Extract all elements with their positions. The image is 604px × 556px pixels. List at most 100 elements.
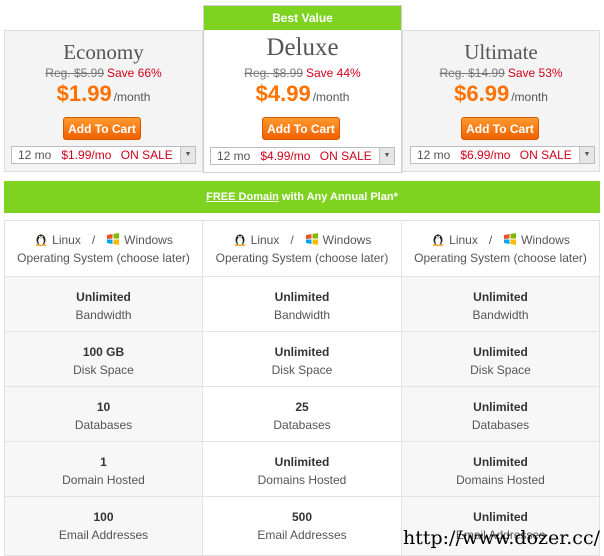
watermark-url: http://www.dozer.cc/ — [402, 527, 600, 549]
add-to-cart-button[interactable]: Add To Cart — [461, 117, 539, 140]
free-domain-banner: FREE Domain with Any Annual Plan* — [4, 181, 600, 213]
linux-label: Linux — [449, 233, 478, 247]
plan-regular-price: Reg. $5.99 Save 66% — [5, 66, 202, 80]
feature-label: Databases — [471, 418, 530, 432]
feature-value: 100 GB — [82, 345, 125, 359]
add-to-cart-button[interactable]: Add To Cart — [262, 117, 340, 140]
os-options: Linux / Windows — [5, 232, 202, 247]
price-amount: $4.99 — [255, 81, 311, 106]
feature-cell-domains: Unlimited Domains Hosted — [402, 442, 600, 497]
plan-name: Ultimate — [464, 40, 538, 64]
feature-value: Unlimited — [274, 345, 330, 359]
feature-label: Domain Hosted — [62, 473, 145, 487]
os-cell: Linux / Windows Operating System (choose l… — [402, 221, 600, 277]
save-percent: Save 53% — [507, 66, 563, 80]
feature-label: Disk Space — [271, 363, 333, 377]
feature-label: Email Addresses — [58, 528, 149, 542]
windows-label: Windows — [521, 233, 570, 247]
term-select[interactable]: 12 mo $1.99/mo ON SALE ▼ — [11, 146, 196, 164]
chevron-down-icon[interactable]: ▼ — [180, 147, 195, 163]
plan-price: $4.99/month — [204, 81, 401, 107]
feature-cell-domains: 1 Domain Hosted — [5, 442, 203, 497]
plan-card-economy: Economy Reg. $5.99 Save 66% $1.99/month A… — [4, 30, 203, 172]
price-amount: $1.99 — [56, 81, 112, 106]
feature-value: 25 — [295, 400, 309, 414]
os-label: Operating System (choose later) — [17, 251, 190, 265]
feature-value: Unlimited — [473, 400, 528, 414]
os-cell: Linux / Windows Operating System (choose l… — [203, 221, 402, 277]
feature-label: Domains Hosted — [257, 473, 347, 487]
os-label: Operating System (choose later) — [414, 251, 587, 265]
save-percent: Save 66% — [107, 66, 162, 80]
feature-cell-disk-space: Unlimited Disk Space — [203, 332, 402, 387]
term-status: ON SALE — [319, 149, 372, 163]
feature-value: Unlimited — [274, 455, 330, 469]
feature-cell-disk-space: 100 GB Disk Space — [5, 332, 203, 387]
windows-flag-icon — [504, 233, 517, 245]
os-separator: / — [290, 233, 294, 247]
term-price: $4.99/mo — [260, 149, 311, 163]
regular-price: Reg. $5.99 — [45, 66, 104, 80]
feature-cell-disk-space: Unlimited Disk Space — [402, 332, 600, 387]
best-value-badge: Best Value — [204, 6, 401, 30]
os-separator: / — [488, 233, 493, 247]
feature-value: Unlimited — [473, 510, 528, 524]
feature-value: Unlimited — [76, 290, 131, 304]
plan-card-ultimate: Ultimate Reg. $14.99 Save 53% $6.99/month… — [402, 30, 600, 172]
feature-cell-databases: Unlimited Databases — [402, 387, 600, 442]
feature-value: Unlimited — [473, 455, 528, 469]
price-amount: $6.99 — [454, 81, 510, 106]
term-select[interactable]: 12 mo $6.99/mo ON SALE ▼ — [410, 146, 595, 164]
feature-cell-bandwidth: Unlimited Bandwidth — [203, 277, 402, 332]
feature-value: 10 — [96, 400, 111, 414]
term-price: $6.99/mo — [460, 148, 511, 162]
term-length: 12 mo — [217, 149, 251, 163]
tux-penguin-icon — [432, 234, 444, 246]
free-domain-link[interactable]: FREE Domain — [206, 191, 279, 203]
promo-text: with Any Annual Plan* — [278, 191, 398, 203]
plan-name: Deluxe — [266, 34, 339, 61]
feature-value: Unlimited — [473, 290, 528, 304]
feature-value: Unlimited — [274, 290, 330, 304]
feature-label: Disk Space — [470, 363, 531, 377]
feature-label: Bandwidth — [472, 308, 529, 322]
windows-label: Windows — [124, 233, 173, 247]
term-select[interactable]: 12 mo $4.99/mo ON SALE ▼ — [210, 147, 395, 165]
feature-cell-domains: Unlimited Domains Hosted — [203, 442, 402, 497]
term-length: 12 mo — [417, 148, 451, 162]
feature-label: Disk Space — [73, 363, 134, 377]
term-status: ON SALE — [519, 148, 572, 162]
linux-label: Linux — [52, 233, 81, 247]
chevron-down-icon[interactable]: ▼ — [579, 147, 594, 163]
feature-cell-email: 500 Email Addresses — [203, 497, 402, 556]
plan-price: $6.99/month — [403, 81, 599, 107]
os-label: Operating System (choose later) — [215, 251, 389, 265]
regular-price: Reg. $14.99 — [439, 66, 505, 80]
feature-label: Databases — [273, 418, 331, 432]
feature-label: Bandwidth — [273, 308, 331, 322]
tux-penguin-icon — [234, 234, 245, 246]
save-percent: Save 44% — [306, 66, 361, 80]
feature-cell-email: 100 Email Addresses — [5, 497, 203, 556]
feature-cell-bandwidth: Unlimited Bandwidth — [402, 277, 600, 332]
term-status: ON SALE — [120, 148, 173, 162]
tux-penguin-icon — [35, 234, 47, 246]
feature-value: 500 — [291, 510, 313, 524]
plan-name: Economy — [63, 40, 144, 64]
windows-flag-icon — [305, 233, 318, 245]
price-period: /month — [511, 90, 548, 104]
os-options: Linux / Windows — [203, 232, 401, 247]
feature-value: 100 — [93, 510, 114, 524]
feature-label: Domains Hosted — [456, 473, 545, 487]
chevron-down-icon[interactable]: ▼ — [379, 148, 394, 164]
feature-value: 1 — [100, 455, 107, 469]
os-separator: / — [91, 233, 96, 247]
windows-flag-icon — [107, 233, 120, 245]
windows-label: Windows — [322, 233, 372, 247]
add-to-cart-button[interactable]: Add To Cart — [63, 117, 141, 140]
os-options: Linux / Windows — [402, 232, 599, 247]
price-period: /month — [312, 90, 350, 104]
price-period: /month — [113, 90, 151, 104]
feature-cell-bandwidth: Unlimited Bandwidth — [5, 277, 203, 332]
linux-label: Linux — [250, 233, 280, 247]
